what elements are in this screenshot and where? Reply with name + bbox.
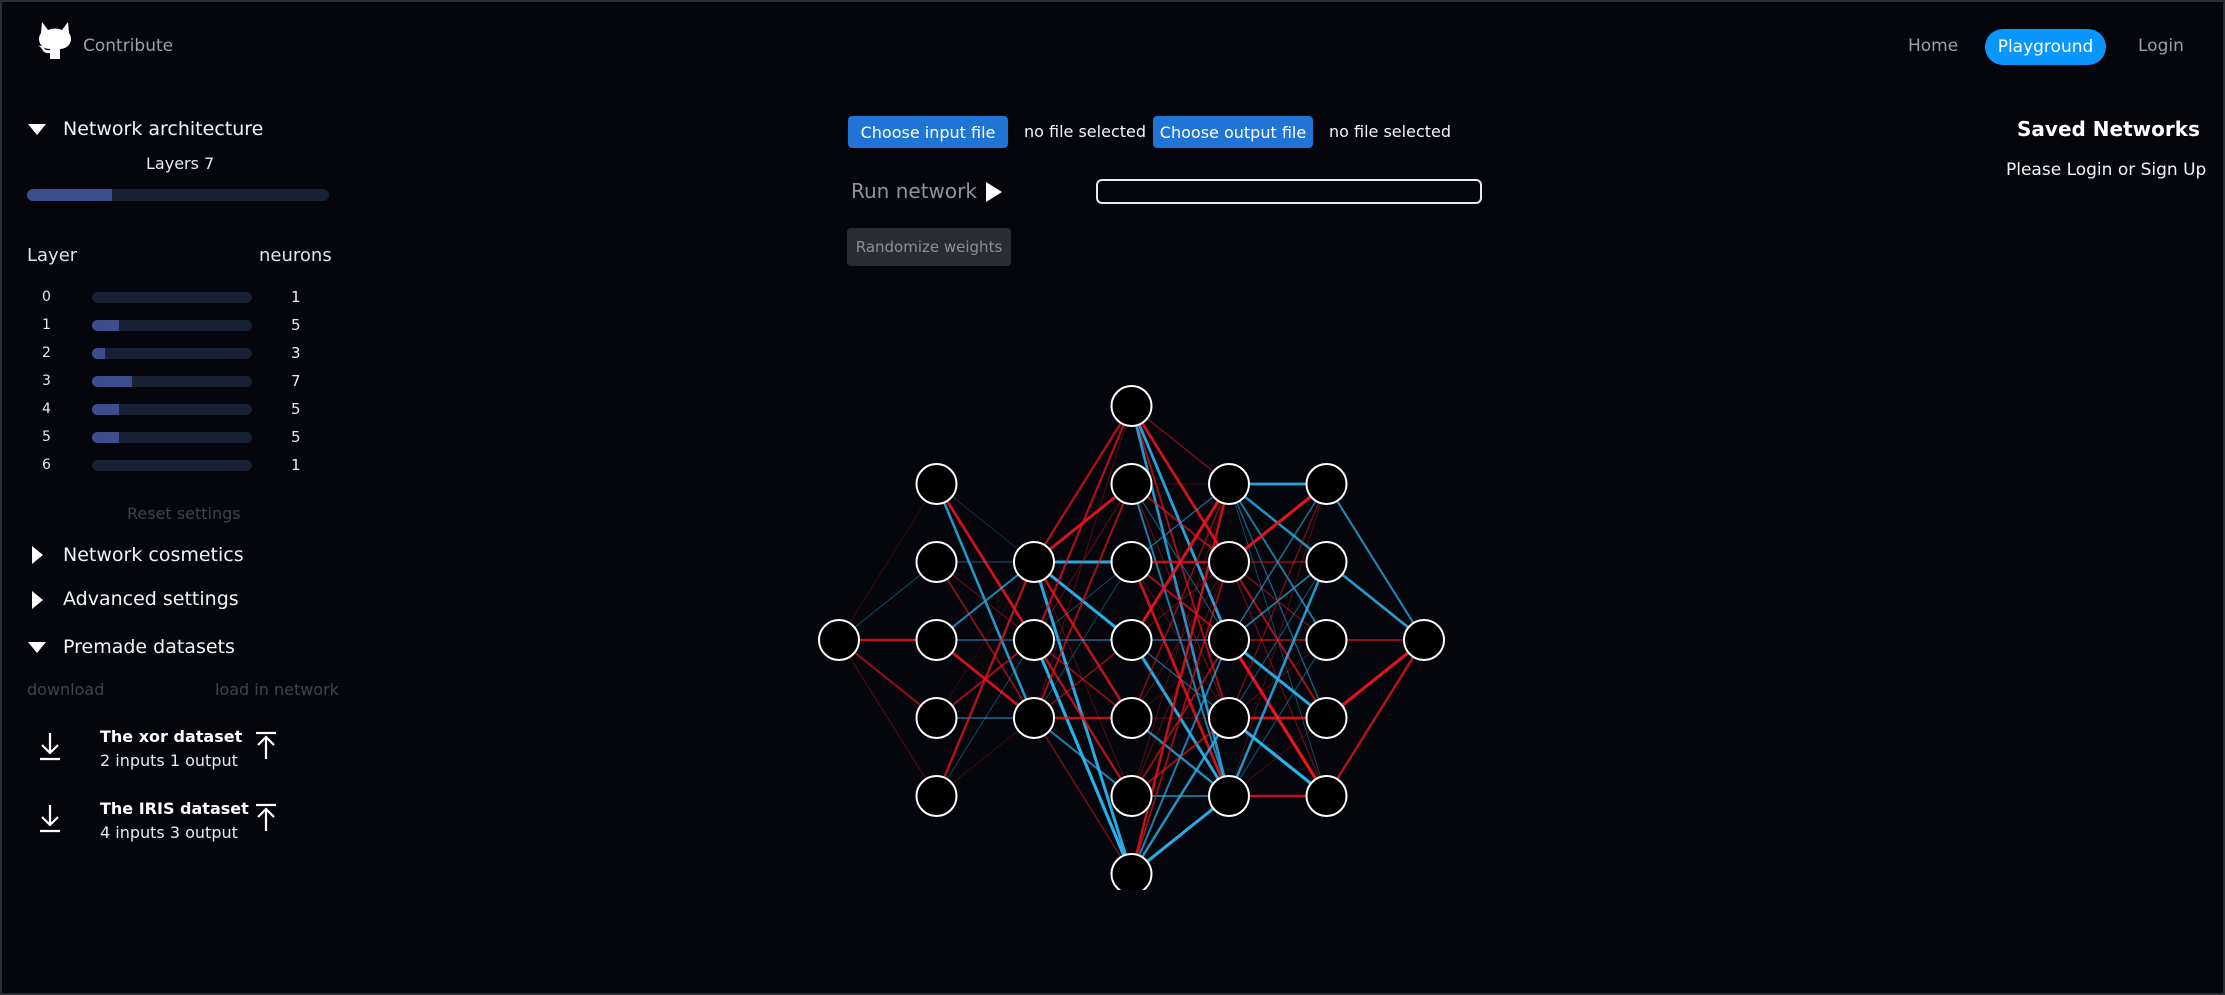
layers-slider[interactable] bbox=[27, 189, 329, 201]
layer-neuron-count: 1 bbox=[291, 288, 301, 306]
choose-input-file-button[interactable]: Choose input file bbox=[848, 116, 1008, 148]
output-file-status: no file selected bbox=[1329, 122, 1452, 141]
neuron-node bbox=[1110, 697, 1153, 739]
neuron-node bbox=[1013, 541, 1055, 583]
login-prompt[interactable]: Please Login or Sign Up bbox=[2006, 160, 2206, 180]
layer-index: 4 bbox=[42, 401, 51, 417]
neuron-node bbox=[1305, 463, 1348, 505]
upload-icon[interactable] bbox=[254, 731, 278, 761]
neuron-node bbox=[1208, 463, 1250, 505]
dataset-description: 4 inputs 3 output bbox=[100, 823, 238, 842]
layer-neuron-count: 5 bbox=[291, 316, 301, 334]
download-icon[interactable] bbox=[38, 803, 62, 833]
neuron-node bbox=[915, 541, 958, 583]
layer-neuron-slider-fill bbox=[92, 376, 132, 387]
neuron-node bbox=[1208, 697, 1250, 739]
neuron-node bbox=[915, 463, 958, 505]
nav-login[interactable]: Login bbox=[2138, 36, 2184, 56]
contribute-link[interactable]: Contribute bbox=[83, 36, 173, 56]
training-progress-bar bbox=[1096, 179, 1482, 204]
layer-neuron-slider-fill bbox=[92, 432, 120, 443]
neuron-node bbox=[1305, 775, 1348, 817]
layer-column-header: Layer bbox=[27, 245, 78, 266]
dataset-name: The IRIS dataset bbox=[100, 799, 249, 818]
neuron-node bbox=[1305, 541, 1348, 583]
neuron-node bbox=[915, 775, 958, 817]
neuron-node bbox=[818, 619, 860, 661]
layer-index: 3 bbox=[42, 373, 51, 389]
neuron-node bbox=[1208, 619, 1250, 661]
neuron-node bbox=[1110, 619, 1153, 661]
neuron-node bbox=[1305, 697, 1348, 739]
layer-neuron-slider-fill bbox=[92, 348, 105, 359]
layer-neuron-count: 5 bbox=[291, 428, 301, 446]
collapse-architecture-icon[interactable] bbox=[28, 124, 46, 135]
layer-neuron-slider[interactable] bbox=[92, 460, 252, 471]
datasets-section-title[interactable]: Premade datasets bbox=[63, 636, 235, 658]
layer-neuron-slider[interactable] bbox=[92, 320, 252, 331]
nav-playground[interactable]: Playground bbox=[1985, 29, 2106, 65]
layer-index: 5 bbox=[42, 429, 51, 445]
input-file-status: no file selected bbox=[1024, 122, 1147, 141]
layer-neuron-slider[interactable] bbox=[92, 376, 252, 387]
upload-icon[interactable] bbox=[254, 803, 278, 833]
download-icon[interactable] bbox=[38, 731, 62, 761]
layer-neuron-slider[interactable] bbox=[92, 432, 252, 443]
layer-neuron-slider[interactable] bbox=[92, 404, 252, 415]
load-column-header: load in network bbox=[215, 680, 339, 699]
layer-neuron-slider[interactable] bbox=[92, 292, 252, 303]
layer-index: 2 bbox=[42, 345, 51, 361]
nav-home[interactable]: Home bbox=[1908, 36, 1958, 56]
choose-output-file-button[interactable]: Choose output file bbox=[1153, 116, 1313, 148]
run-network-label: Run network bbox=[851, 179, 977, 203]
layer-neuron-slider-fill bbox=[92, 404, 120, 415]
github-icon[interactable] bbox=[34, 19, 76, 61]
architecture-section-title[interactable]: Network architecture bbox=[63, 118, 263, 140]
neuron-node bbox=[1403, 619, 1445, 661]
layers-slider-fill bbox=[27, 189, 112, 201]
weight-connection bbox=[935, 561, 1036, 797]
dataset-description: 2 inputs 1 output bbox=[100, 751, 238, 770]
neuron-node bbox=[1110, 541, 1153, 583]
layer-neuron-count: 7 bbox=[291, 372, 301, 390]
download-column-header: download bbox=[27, 680, 105, 699]
neuron-node bbox=[1110, 463, 1153, 505]
dataset-name: The xor dataset bbox=[100, 727, 243, 746]
weight-connection bbox=[1130, 483, 1231, 875]
neuron-node bbox=[1110, 853, 1153, 890]
neuron-node bbox=[1110, 775, 1153, 817]
saved-networks-title: Saved Networks bbox=[2017, 117, 2200, 141]
neuron-node bbox=[1208, 541, 1250, 583]
neuron-node bbox=[915, 619, 958, 661]
layer-neuron-slider-fill bbox=[92, 320, 120, 331]
layer-index: 6 bbox=[42, 457, 51, 473]
expand-cosmetics-icon[interactable] bbox=[32, 546, 43, 564]
weight-connection bbox=[1032, 405, 1133, 641]
neuron-node bbox=[1013, 697, 1055, 739]
expand-advanced-icon[interactable] bbox=[32, 591, 43, 609]
neuron-node bbox=[1110, 385, 1153, 427]
layer-neuron-count: 3 bbox=[291, 344, 301, 362]
layer-index: 0 bbox=[42, 289, 51, 305]
cosmetics-section-title[interactable]: Network cosmetics bbox=[63, 544, 244, 566]
layer-neuron-count: 5 bbox=[291, 400, 301, 418]
neuron-node bbox=[1305, 619, 1348, 661]
neuron-node bbox=[1208, 775, 1250, 817]
network-diagram bbox=[818, 385, 1445, 890]
advanced-section-title[interactable]: Advanced settings bbox=[63, 588, 239, 610]
reset-settings-button[interactable]: Reset settings bbox=[127, 504, 241, 523]
layers-count-label: Layers 7 bbox=[146, 154, 215, 173]
weight-connection bbox=[1033, 483, 1133, 719]
layer-neuron-slider[interactable] bbox=[92, 348, 252, 359]
play-icon[interactable] bbox=[986, 182, 1002, 202]
randomize-weights-button[interactable]: Randomize weights bbox=[847, 228, 1011, 266]
layer-neuron-count: 1 bbox=[291, 456, 301, 474]
neuron-node bbox=[1013, 619, 1055, 661]
collapse-datasets-icon[interactable] bbox=[28, 642, 46, 653]
layer-index: 1 bbox=[42, 317, 51, 333]
neurons-column-header: neurons bbox=[259, 245, 332, 266]
neuron-node bbox=[915, 697, 958, 739]
